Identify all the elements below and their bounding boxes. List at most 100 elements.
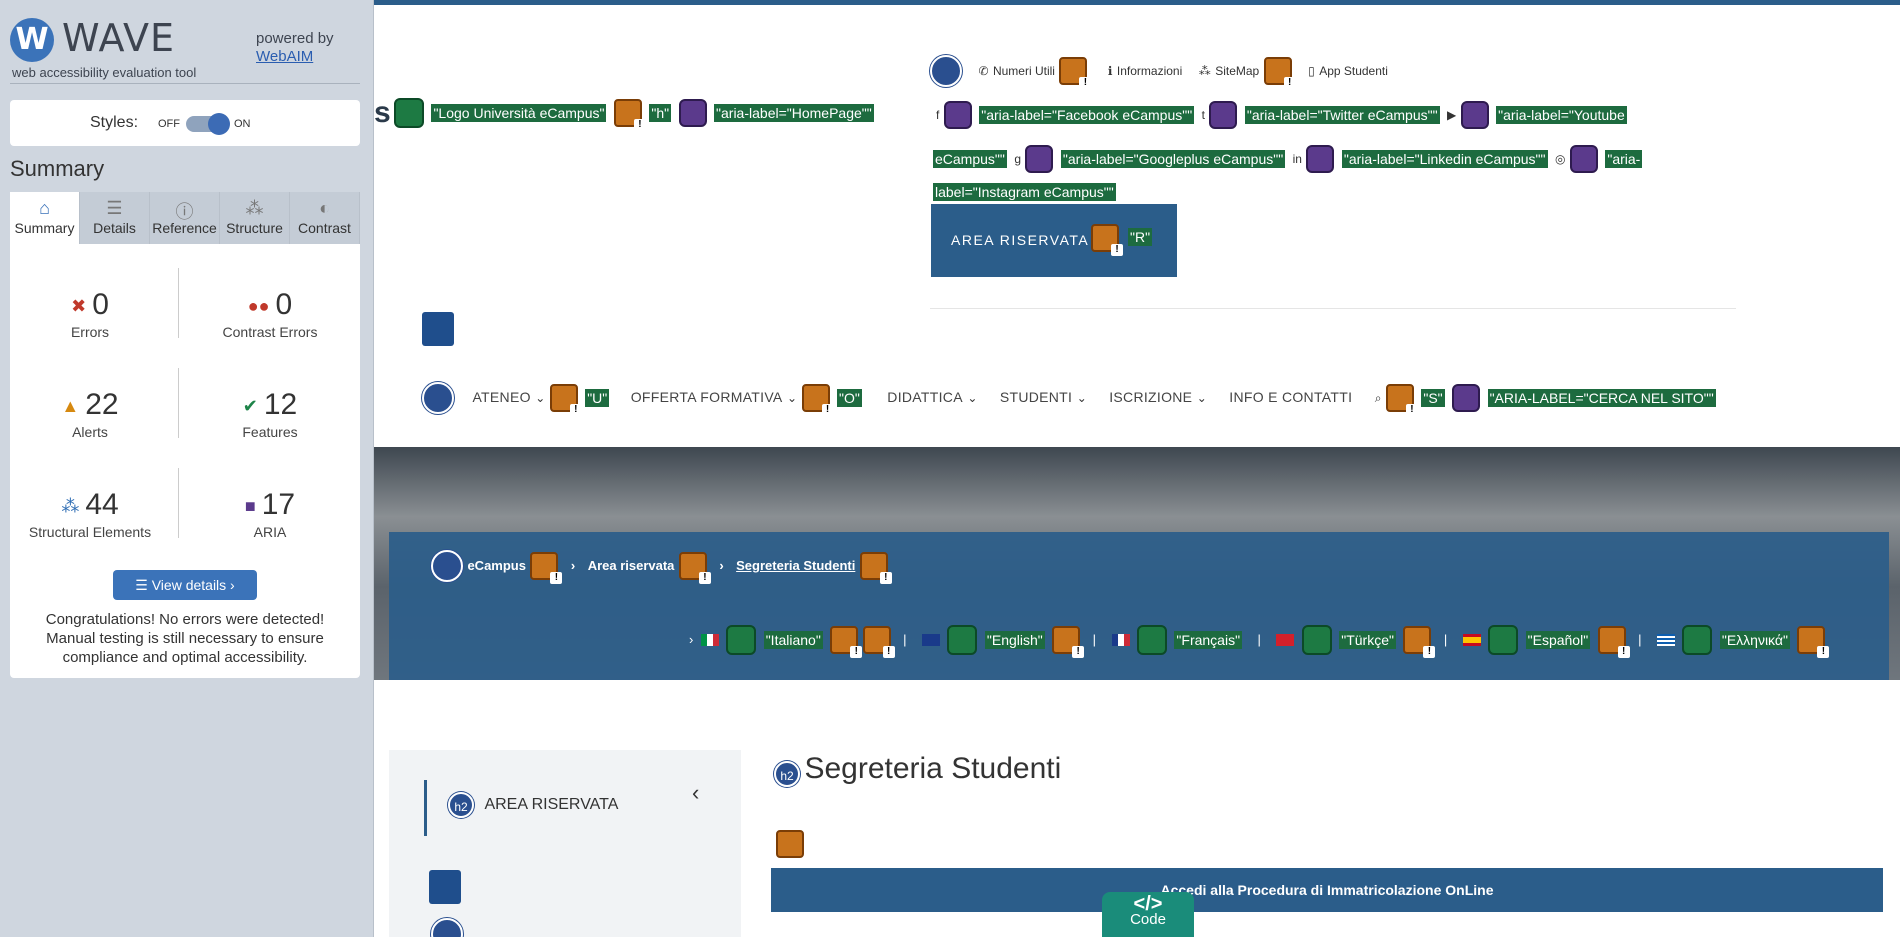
separator: | xyxy=(903,632,907,648)
alert-icon[interactable] xyxy=(1797,626,1830,658)
alert-icon[interactable] xyxy=(1385,384,1418,416)
h2-icon[interactable]: h2 xyxy=(774,760,800,787)
alert-icon[interactable] xyxy=(1059,57,1092,89)
tab-summary[interactable]: ⌂ Summary xyxy=(10,192,80,244)
error-icon: ✖ xyxy=(71,295,87,316)
logo-alt-label: "Logo Università eCampus" xyxy=(431,104,607,122)
html-landmark-icon[interactable] xyxy=(429,870,461,904)
instagram-aria-label-cont: label="Instagram eCampus"" xyxy=(933,183,1116,201)
nav-info-contatti[interactable]: INFO E CONTATTI xyxy=(1229,389,1352,405)
list-icon[interactable] xyxy=(431,918,463,937)
lang-turkce[interactable]: "Türkçe" xyxy=(1339,631,1396,649)
alert-icon[interactable] xyxy=(678,552,711,584)
breadcrumb-segreteria[interactable]: Segreteria Studenti xyxy=(736,558,855,573)
linkedin-icon[interactable]: in xyxy=(1293,152,1302,166)
aria-label-icon[interactable] xyxy=(1460,101,1489,129)
linked-image-icon[interactable] xyxy=(1136,625,1167,655)
linked-image-icon[interactable] xyxy=(947,625,978,655)
youtube-icon[interactable]: ▶ xyxy=(1447,108,1456,122)
immatricolazione-button[interactable]: Accedi alla Procedura di Immatricolazion… xyxy=(771,868,1883,912)
alert-icon[interactable] xyxy=(613,99,646,131)
googleplus-aria-label: "aria-label="Googleplus eCampus"" xyxy=(1060,150,1286,168)
link-sitemap[interactable]: SiteMap xyxy=(1215,64,1259,78)
evaluated-page: s "Logo Università eCampus" "h" "aria-la… xyxy=(374,0,1900,937)
aria-label-icon[interactable] xyxy=(678,99,707,127)
linked-image-icon[interactable] xyxy=(726,625,757,655)
html-landmark-icon[interactable] xyxy=(422,312,454,346)
chevron-left-icon[interactable]: ‹ xyxy=(692,780,699,806)
link-numeri-utili[interactable]: Numeri Utili xyxy=(993,64,1055,78)
linked-image-icon[interactable] xyxy=(1682,625,1713,655)
table-alert-icon[interactable] xyxy=(776,830,804,858)
lang-english[interactable]: "English" xyxy=(984,631,1045,649)
area-riservata-label: AREA RISERVATA xyxy=(951,232,1090,248)
aria-label-icon[interactable] xyxy=(943,101,972,129)
aria-label-icon[interactable] xyxy=(1025,145,1054,173)
linked-image-icon[interactable] xyxy=(394,98,424,128)
link-app-studenti[interactable]: App Studenti xyxy=(1319,64,1388,78)
webaim-link[interactable]: WebAIM xyxy=(256,48,313,65)
alert-icon[interactable] xyxy=(1052,626,1085,658)
linked-image-icon[interactable] xyxy=(1488,625,1519,655)
language-switcher: › "Italiano" | "English" | "Français" | … xyxy=(689,625,1830,658)
stat-aria[interactable]: ■ 17 ARIA xyxy=(190,488,350,540)
breadcrumb-ecampus[interactable]: eCampus xyxy=(467,558,526,573)
aria-label-icon[interactable] xyxy=(1209,101,1238,129)
redirect-alert-icon[interactable] xyxy=(862,626,895,658)
tab-contrast[interactable]: ◐ Contrast xyxy=(290,192,360,244)
nav-iscrizione[interactable]: ISCRIZIONE xyxy=(1109,389,1192,405)
alert-icon[interactable] xyxy=(1263,57,1296,89)
nav-offerta-tag: "O" xyxy=(837,389,862,407)
nav-studenti[interactable]: STUDENTI xyxy=(1000,389,1072,405)
alert-icon[interactable] xyxy=(1597,626,1630,658)
link-informazioni[interactable]: Informazioni xyxy=(1117,64,1182,78)
alert-icon[interactable] xyxy=(801,384,834,416)
alert-icon[interactable] xyxy=(549,384,582,416)
list-icon[interactable] xyxy=(930,55,962,87)
stat-errors[interactable]: ✖ 0 Errors xyxy=(10,288,170,340)
view-details-button[interactable]: ☰ View details › xyxy=(113,570,257,600)
divider xyxy=(178,368,179,438)
stat-alerts[interactable]: ▲ 22 Alerts xyxy=(10,388,170,440)
facebook-icon[interactable]: f xyxy=(936,108,939,122)
list-icon[interactable] xyxy=(422,382,454,414)
breadcrumb-area-riservata[interactable]: Area riservata xyxy=(588,558,675,573)
facebook-aria-label: "aria-label="Facebook eCampus"" xyxy=(979,106,1195,124)
search-icon[interactable]: ⌕ xyxy=(1375,391,1382,405)
list-icon[interactable] xyxy=(431,550,463,582)
area-riservata-button[interactable]: AREA RISERVATA "R" xyxy=(931,204,1177,277)
alert-icon[interactable] xyxy=(1403,626,1436,658)
stat-contrast-errors[interactable]: ●● 0 Contrast Errors xyxy=(190,288,350,340)
styles-toggle-knob[interactable] xyxy=(208,113,230,135)
alert-icon[interactable] xyxy=(530,552,563,584)
logo-aria-label: "aria-label="HomePage"" xyxy=(714,104,874,122)
lang-italiano[interactable]: "Italiano" xyxy=(763,631,823,649)
lang-francais[interactable]: "Français" xyxy=(1174,631,1243,649)
alert-icon[interactable] xyxy=(830,626,863,658)
aria-label-icon[interactable] xyxy=(1452,384,1481,412)
wave-subtitle: web accessibility evaluation tool xyxy=(12,65,197,80)
googleplus-icon[interactable]: g xyxy=(1014,152,1021,166)
nav-offerta-formativa[interactable]: OFFERTA FORMATIVA xyxy=(631,389,783,405)
alert-icon[interactable] xyxy=(1091,224,1123,256)
aria-label-icon[interactable] xyxy=(1306,145,1335,173)
stat-features[interactable]: ✔ 12 Features xyxy=(190,388,350,440)
nav-didattica[interactable]: DIDATTICA xyxy=(887,389,963,405)
lang-espanol[interactable]: "Español" xyxy=(1525,631,1591,649)
tab-details[interactable]: ☰ Details xyxy=(80,192,150,244)
code-button[interactable]: </> Code xyxy=(1102,892,1194,937)
alert-icon[interactable] xyxy=(859,552,892,584)
stat-structural[interactable]: ⁂ 44 Structural Elements xyxy=(10,488,170,540)
twitter-aria-label: "aria-label="Twitter eCampus"" xyxy=(1244,106,1440,124)
aria-label-icon[interactable] xyxy=(1569,145,1598,173)
h2-icon[interactable]: h2 xyxy=(448,792,474,818)
tab-structure[interactable]: ⁂ Structure xyxy=(220,192,290,244)
lang-greek[interactable]: "Ελληνικά" xyxy=(1719,631,1790,649)
separator: | xyxy=(1257,632,1261,648)
tab-reference[interactable]: ⓘ Reference xyxy=(150,192,220,244)
linked-image-icon[interactable] xyxy=(1301,625,1332,655)
nav-ateneo[interactable]: ATENEO xyxy=(472,389,530,405)
twitter-icon[interactable]: t xyxy=(1202,108,1205,122)
instagram-icon[interactable]: ◎ xyxy=(1555,152,1565,166)
area-r-label: "R" xyxy=(1128,228,1153,246)
